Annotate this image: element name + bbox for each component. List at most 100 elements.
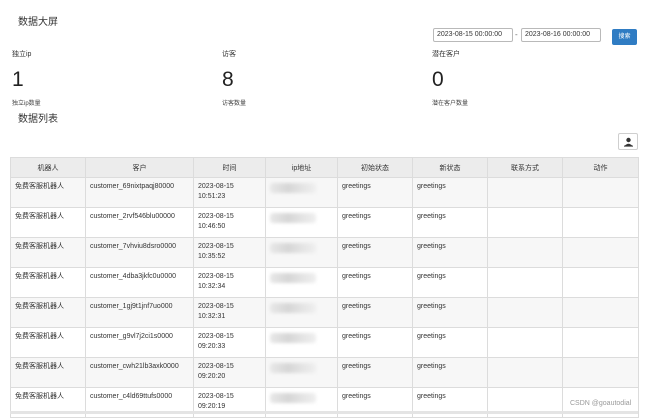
- column-header-time[interactable]: 时间: [193, 157, 266, 178]
- column-header-customer[interactable]: 客户: [85, 157, 194, 178]
- cell-action: [562, 327, 639, 358]
- cell-initial-status: greetings: [337, 297, 413, 328]
- redacted-ip: [270, 243, 316, 253]
- cell-time: 2023-08-15 10:32:34: [193, 267, 266, 298]
- cell-action: [562, 237, 639, 268]
- stat-value-potential-customers: 0: [432, 68, 444, 91]
- table-row[interactable]: 免费客服机器人 customer_2rvf546blu00000 2023-08-1…: [10, 207, 639, 238]
- stat-sub-unique-ip: 独立ip数量: [12, 101, 41, 107]
- cell-action: [562, 357, 639, 388]
- cell-ip: [265, 327, 338, 358]
- cell-clock: 10:32:34: [198, 283, 226, 290]
- table-row[interactable]: 免费客服机器人 customer_4dba3jkfc0u0000 2023-08-1…: [10, 267, 639, 298]
- cell-date: 2023-08-15: [198, 333, 234, 340]
- cell-clock: 09:20:33: [198, 343, 226, 350]
- cell-date: 2023-08-15: [198, 243, 234, 250]
- stat-sub-visitors: 访客数量: [222, 101, 247, 107]
- cell-customer: customer_4dba3jkfc0u0000: [85, 267, 194, 298]
- cell-time: 2023-08-15 10:46:50: [193, 207, 266, 238]
- cell-customer: customer_1gj9t1jnf7uo000: [85, 297, 194, 328]
- user-export-icon: [623, 137, 633, 147]
- cell-date: 2023-08-15: [198, 183, 234, 190]
- table-row[interactable]: 免费客服机器人 customer_69nixtpaqj80000 2023-08-1…: [10, 177, 639, 208]
- cell-contact: [487, 327, 563, 358]
- table-row[interactable]: 免费客服机器人 customer_1gj9t1jnf7uo000 2023-08-1…: [10, 297, 639, 328]
- cell-contact: [487, 237, 563, 268]
- cell-new-status: greetings: [412, 237, 488, 268]
- cell-robot: 免费客服机器人: [10, 237, 86, 268]
- start-date-input[interactable]: 2023-08-15 00:00:00: [433, 28, 513, 42]
- stat-label-potential-customers: 潜在客户: [432, 51, 460, 58]
- column-header-new-status[interactable]: 新状态: [412, 157, 488, 178]
- date-separator: -: [515, 30, 518, 39]
- cell-clock: 10:46:50: [198, 223, 226, 230]
- cell-robot: 免费客服机器人: [10, 267, 86, 298]
- column-header-initial-status[interactable]: 初始状态: [337, 157, 413, 178]
- cell-robot: 免费客服机器人: [10, 327, 86, 358]
- data-table: 机器人 客户 时间 ip地址 初始状态 新状态 联系方式 动作 免费客服机器人 c…: [10, 157, 639, 418]
- stat-label-unique-ip: 独立ip: [12, 51, 32, 58]
- cell-new-status: greetings: [412, 357, 488, 388]
- cell-customer: customer_2rvf546blu00000: [85, 207, 194, 238]
- cell-time: 2023-08-15 10:35:52: [193, 237, 266, 268]
- cell-new-status: greetings: [412, 297, 488, 328]
- search-button[interactable]: 搜索: [612, 29, 637, 45]
- redacted-ip: [270, 273, 316, 283]
- column-header-robot[interactable]: 机器人: [10, 157, 86, 178]
- cell-initial-status: greetings: [337, 207, 413, 238]
- cell-customer: customer_69nixtpaqj80000: [85, 177, 194, 208]
- cell-date: 2023-08-15: [198, 273, 234, 280]
- horizontal-scrollbar[interactable]: [10, 411, 638, 414]
- stat-value-visitors: 8: [222, 68, 234, 91]
- redacted-ip: [270, 183, 316, 193]
- cell-action: [562, 177, 639, 208]
- cell-clock: 09:20:20: [198, 373, 226, 380]
- cell-new-status: greetings: [412, 177, 488, 208]
- cell-clock: 10:35:52: [198, 253, 226, 260]
- table-row[interactable]: 免费客服机器人 customer_g9vl7j2ci1s0000 2023-08-1…: [10, 327, 639, 358]
- cell-new-status: greetings: [412, 327, 488, 358]
- cell-action: [562, 297, 639, 328]
- cell-ip: [265, 357, 338, 388]
- cell-initial-status: greetings: [337, 267, 413, 298]
- column-header-ip[interactable]: ip地址: [265, 157, 338, 178]
- cell-ip: [265, 267, 338, 298]
- page-title: 数据大屏: [18, 17, 58, 28]
- stat-label-visitors: 访客: [222, 51, 236, 58]
- cell-initial-status: greetings: [337, 357, 413, 388]
- table-row[interactable]: 免费客服机器人 customer_cwh21lb3axk0000 2023-08-1…: [10, 357, 639, 388]
- cell-time: 2023-08-15 10:51:23: [193, 177, 266, 208]
- cell-time: 2023-08-15 10:32:31: [193, 297, 266, 328]
- cell-customer: customer_g9vl7j2ci1s0000: [85, 327, 194, 358]
- cell-contact: [487, 207, 563, 238]
- cell-contact: [487, 357, 563, 388]
- stat-value-unique-ip: 1: [12, 68, 24, 91]
- cell-date: 2023-08-15: [198, 303, 234, 310]
- end-date-input[interactable]: 2023-08-16 00:00:00: [521, 28, 601, 42]
- cell-action: [562, 207, 639, 238]
- redacted-ip: [270, 303, 316, 313]
- cell-clock: 10:32:31: [198, 313, 226, 320]
- cell-ip: [265, 177, 338, 208]
- export-button[interactable]: [618, 133, 638, 150]
- cell-customer: customer_7vhviu8dsro0000: [85, 237, 194, 268]
- cell-date: 2023-08-15: [198, 363, 234, 370]
- table-header-row: 机器人 客户 时间 ip地址 初始状态 新状态 联系方式 动作: [10, 157, 639, 178]
- stat-sub-potential-customers: 潜在客户数量: [432, 101, 469, 107]
- cell-robot: 免费客服机器人: [10, 297, 86, 328]
- cell-robot: 免费客服机器人: [10, 357, 86, 388]
- column-header-action[interactable]: 动作: [562, 157, 639, 178]
- cell-ip: [265, 207, 338, 238]
- cell-contact: [487, 267, 563, 298]
- cell-new-status: greetings: [412, 267, 488, 298]
- cell-clock: 10:51:23: [198, 193, 226, 200]
- column-header-contact[interactable]: 联系方式: [487, 157, 563, 178]
- redacted-ip: [270, 213, 316, 223]
- table-row[interactable]: 免费客服机器人 customer_7vhviu8dsro0000 2023-08-1…: [10, 237, 639, 268]
- cell-date: 2023-08-15: [198, 213, 234, 220]
- cell-time: 2023-08-15 09:20:20: [193, 357, 266, 388]
- watermark: CSDN @goautodial: [570, 400, 632, 407]
- cell-date: 2023-08-15: [198, 393, 234, 400]
- redacted-ip: [270, 393, 316, 403]
- cell-initial-status: greetings: [337, 237, 413, 268]
